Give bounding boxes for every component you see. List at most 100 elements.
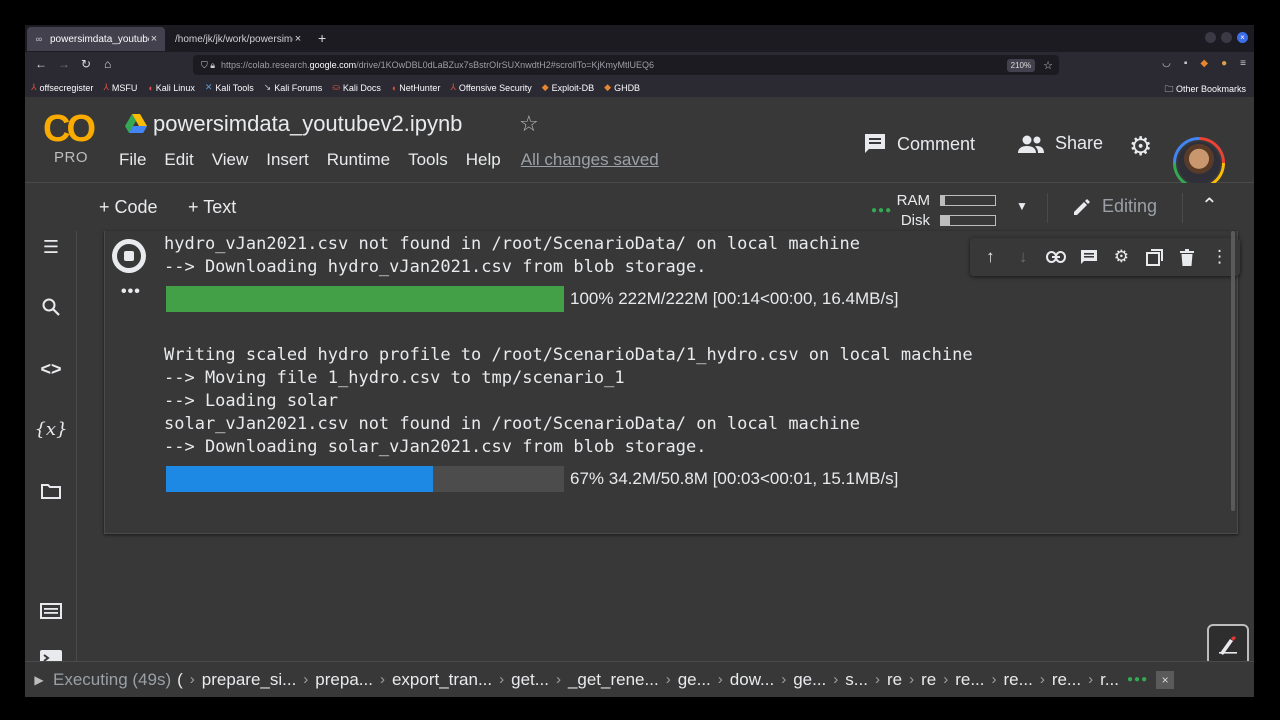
bookmark-item[interactable]: ⅄ offsecregister <box>31 82 93 93</box>
exploitdb-bookmark-icon: ◆ <box>541 82 549 92</box>
stack-frame[interactable]: re... <box>1004 670 1033 690</box>
bookmark-item[interactable]: ⅄ Offensive Security <box>450 82 531 93</box>
other-bookmarks[interactable]: 🗀︎ Other Bookmarks <box>1164 82 1246 98</box>
stack-frame[interactable]: get... <box>511 670 549 690</box>
download-progress-bar <box>166 286 564 312</box>
cookie-icon[interactable]: ● <box>1221 58 1227 69</box>
editing-label: Editing <box>1102 196 1158 216</box>
move-cell-up-icon[interactable]: ↑ <box>976 243 1004 271</box>
new-tab-button[interactable]: + <box>318 30 326 46</box>
toolbar-divider <box>1182 193 1183 223</box>
bookmark-item[interactable]: ◆ GHDB <box>604 82 640 93</box>
browser-tab-file[interactable]: /home/jk/jk/work/powersimd × <box>169 27 309 51</box>
menu-view[interactable]: View <box>212 150 249 170</box>
zoom-level[interactable]: 210% <box>1006 58 1036 72</box>
stack-frame[interactable]: prepa... <box>315 670 373 690</box>
add-code-cell-button[interactable]: + Code <box>99 197 158 218</box>
bookmark-star-icon[interactable]: ☆ <box>1043 59 1053 72</box>
stop-execution-button[interactable] <box>112 239 146 273</box>
reload-icon[interactable]: ↻ <box>81 57 91 71</box>
back-icon[interactable]: ← <box>35 57 47 71</box>
stack-frame[interactable]: _get_rene... <box>568 670 659 690</box>
maximize-button[interactable] <box>1221 32 1232 43</box>
add-comment-icon[interactable] <box>1075 243 1103 271</box>
stack-frame[interactable]: re... <box>955 670 984 690</box>
bookmark-item[interactable]: ◖ NetHunter <box>391 83 440 93</box>
menu-runtime[interactable]: Runtime <box>327 150 390 170</box>
bookmark-item[interactable]: ◖ Kali Linux <box>147 83 194 93</box>
progress-text: 67% 34.2M/50.8M [00:03<00:01, 15.1MB/s] <box>570 469 899 488</box>
stack-frame[interactable]: r... <box>1100 670 1119 690</box>
stack-frame[interactable]: ge... <box>793 670 826 690</box>
settings-gear-icon[interactable]: ⚙ <box>1129 131 1152 162</box>
toc-icon[interactable]: ☰ <box>37 233 65 261</box>
close-window-button[interactable]: × <box>1237 32 1248 43</box>
command-palette-icon[interactable] <box>37 597 65 625</box>
bookmark-item[interactable]: ◆ Exploit-DB <box>542 82 594 93</box>
floating-tool-button[interactable] <box>1207 624 1249 666</box>
mirror-cell-icon[interactable] <box>1140 243 1168 271</box>
star-notebook-icon[interactable]: ☆ <box>519 111 539 137</box>
stop-icon <box>117 244 141 268</box>
add-text-cell-button[interactable]: + Text <box>188 197 236 218</box>
stack-frame[interactable]: re <box>921 670 936 690</box>
menu-tools[interactable]: Tools <box>408 150 448 170</box>
expand-status-icon[interactable]: ▶ <box>25 673 53 687</box>
link-icon[interactable] <box>1042 243 1070 271</box>
code-snippets-icon[interactable]: <> <box>37 355 65 383</box>
runtime-dropdown-icon[interactable]: ▼ <box>1016 199 1028 213</box>
close-tab-icon[interactable]: × <box>149 33 159 45</box>
browser-tab-colab[interactable]: ∞ powersimdata_youtubev2 × <box>27 27 165 51</box>
extension-icon[interactable]: ▪ <box>1184 58 1188 69</box>
foxyproxy-icon[interactable]: ◆ <box>1200 58 1208 69</box>
stack-frame[interactable]: export_tran... <box>392 670 492 690</box>
stack-frame[interactable]: dow... <box>730 670 774 690</box>
editing-mode-button[interactable]: Editing <box>1072 196 1157 217</box>
code-cell[interactable]: ••• hydro_vJan2021.csv not found in /roo… <box>104 231 1240 534</box>
search-icon[interactable] <box>37 293 65 321</box>
files-icon[interactable] <box>37 477 65 505</box>
stack-frame[interactable]: re... <box>1052 670 1081 690</box>
menu-edit[interactable]: Edit <box>164 150 193 170</box>
url-bar[interactable]: ⛉ 🔒︎ https://colab.research.google.com/d… <box>193 55 1059 75</box>
cell-scrollbar[interactable] <box>1231 231 1235 511</box>
collapse-header-icon[interactable]: ⌃ <box>1201 193 1218 218</box>
delete-cell-icon[interactable] <box>1173 243 1201 271</box>
save-status[interactable]: All changes saved <box>521 150 659 170</box>
menu-help[interactable]: Help <box>466 150 501 170</box>
bookmark-item[interactable]: ✕ Kali Tools <box>205 82 254 93</box>
stack-frame[interactable]: ge... <box>678 670 711 690</box>
menu-insert[interactable]: Insert <box>266 150 309 170</box>
bookmark-item[interactable]: ↘ Kali Forums <box>264 82 323 93</box>
stack-frame[interactable]: prepare_si... <box>202 670 297 690</box>
move-cell-down-icon[interactable]: ↓ <box>1009 243 1037 271</box>
cell-more-icon[interactable]: ••• <box>121 283 141 301</box>
notebook-title[interactable]: powersimdata_youtubev2.ipynb <box>153 111 462 137</box>
google-drive-icon[interactable] <box>125 114 147 134</box>
app-menu-icon[interactable]: ≡ <box>1240 58 1246 69</box>
executing-label[interactable]: Executing (49s) <box>53 670 171 690</box>
bookmark-item[interactable]: ⛀ Kali Docs <box>332 82 381 93</box>
share-button[interactable]: Share <box>1017 133 1103 154</box>
colab-logo[interactable]: CO PRO <box>43 110 99 167</box>
cell-settings-icon[interactable]: ⚙ <box>1107 243 1135 271</box>
comment-button[interactable]: Comment <box>863 133 975 155</box>
forward-icon[interactable]: → <box>58 57 70 71</box>
kali-bookmark-icon: ◖ <box>147 82 153 93</box>
pen-tool-icon <box>1219 636 1237 655</box>
url-text: https://colab.research.google.com/drive/… <box>221 60 654 70</box>
cell-more-options-icon[interactable]: ⋮ <box>1206 243 1234 271</box>
progress-fill <box>166 466 433 492</box>
variables-icon[interactable]: {x} <box>34 415 67 443</box>
resource-monitor[interactable]: RAM Disk <box>870 190 996 230</box>
home-icon[interactable]: ⌂ <box>104 57 111 71</box>
minimize-button[interactable] <box>1205 32 1216 43</box>
stack-frame[interactable]: re <box>887 670 902 690</box>
close-status-icon[interactable]: × <box>1156 670 1175 689</box>
pocket-icon[interactable]: ◡ <box>1162 58 1171 69</box>
close-tab-icon[interactable]: × <box>293 33 303 45</box>
avatar[interactable] <box>1173 137 1225 189</box>
menu-file[interactable]: File <box>119 150 146 170</box>
stack-frame[interactable]: s... <box>845 670 868 690</box>
bookmark-item[interactable]: ⅄ MSFU <box>103 82 137 93</box>
